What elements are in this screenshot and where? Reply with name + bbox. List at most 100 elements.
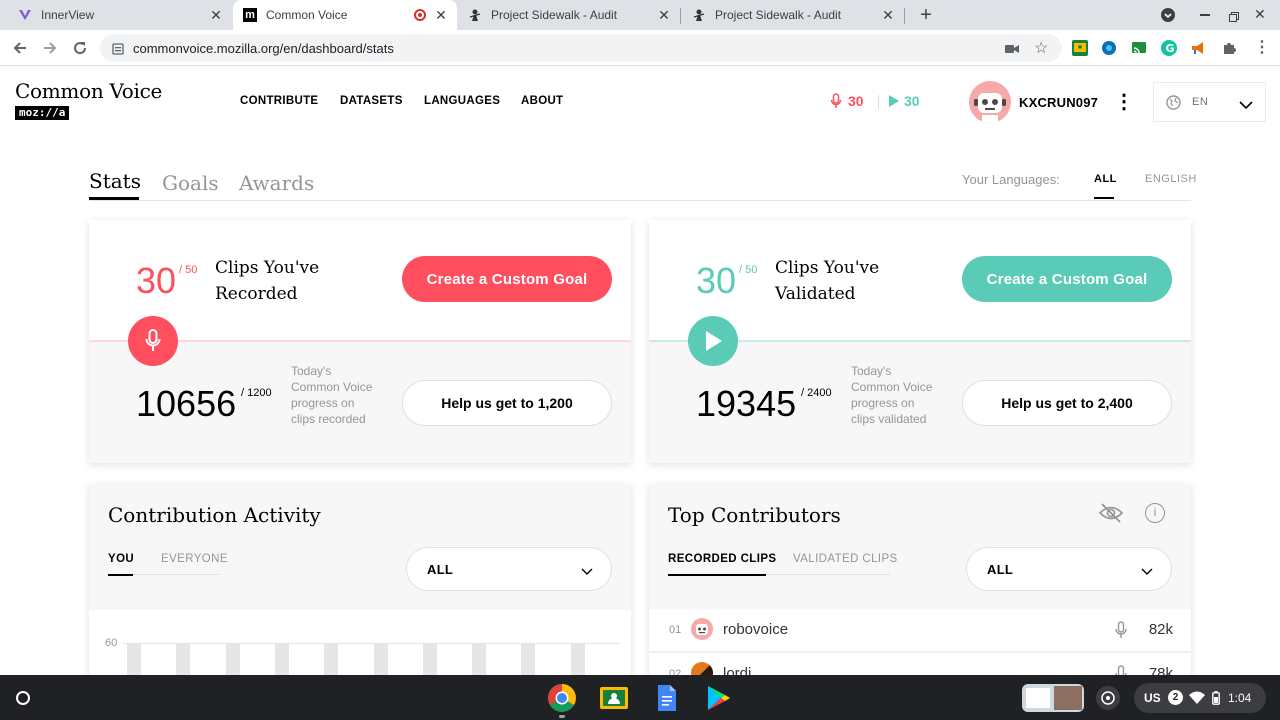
gridline (123, 643, 621, 644)
recorded-total: 10656 (136, 383, 237, 424)
recorded-stats-card: 30 / 50 Clips You've Recorded Create a C… (89, 220, 631, 463)
url-text: commonvoice.mozilla.org/en/dashboard/sta… (133, 41, 394, 56)
tab-goals[interactable]: Goals (162, 171, 219, 195)
new-tab-plus-icon[interactable]: + (916, 5, 936, 25)
hide-eye-icon[interactable] (1098, 502, 1124, 529)
username[interactable]: KXCRUN097 (1019, 95, 1098, 110)
mozilla-logo[interactable]: moz://a (15, 106, 70, 120)
svg-text:G: G (1166, 42, 1175, 55)
select-value: ALL (987, 562, 1014, 577)
chevron-down-icon (1141, 563, 1153, 581)
more-options-icon[interactable]: ⋮ (1114, 90, 1134, 114)
help-us-button[interactable]: Help us get to 1,200 (402, 380, 612, 426)
extensions-puzzle-icon[interactable] (1221, 40, 1237, 56)
create-custom-goal-button[interactable]: Create a Custom Goal (402, 256, 612, 302)
label-line: Clips You've (215, 258, 320, 278)
list-item[interactable]: 01 robovoice 82k (649, 609, 1191, 651)
contributors-language-select[interactable]: ALL (966, 547, 1172, 591)
tab-recorded-clips[interactable]: RECORDED CLIPS (668, 553, 776, 565)
today-progress-text: Today's Common Voice progress on clips v… (851, 364, 933, 426)
avatar (691, 618, 713, 640)
recorded-clip-count: 30 (136, 260, 177, 301)
header-recorded-count[interactable]: 30 (830, 93, 864, 109)
language-select[interactable]: EN (1153, 82, 1266, 122)
tab-title: Project Sidewalk - Audit (491, 8, 618, 22)
play-store-app-icon[interactable] (703, 683, 733, 713)
classroom-extension-icon[interactable] (1072, 40, 1088, 56)
close-icon[interactable]: ✕ (880, 7, 896, 23)
play-icon[interactable] (688, 316, 738, 366)
tab-search-icon[interactable] (1161, 8, 1175, 22)
grammarly-extension-icon[interactable]: G (1161, 40, 1177, 56)
top-contributors-card: Top Contributors i RECORDED CLIPS VALIDA… (649, 484, 1191, 695)
restore-icon[interactable] (1229, 9, 1239, 22)
minimize-icon[interactable] (1200, 14, 1210, 16)
activity-language-select[interactable]: ALL (406, 547, 612, 591)
recording-indicator-icon (414, 9, 426, 21)
recorded-count-value: 30 (848, 93, 864, 109)
classroom-app-icon[interactable] (599, 683, 629, 713)
header-validated-count[interactable]: 30 (888, 93, 920, 109)
forward-arrow-icon[interactable] (40, 38, 60, 58)
label-line: Clips You've (775, 258, 880, 278)
recorded-clip-goal: / 50 (179, 264, 198, 276)
tab-common-voice[interactable]: m Common Voice ✕ (233, 0, 457, 30)
address-bar[interactable]: commonvoice.mozilla.org/en/dashboard/sta… (100, 34, 1062, 62)
close-icon[interactable]: ✕ (208, 7, 224, 23)
edge-extension-icon[interactable] (1101, 40, 1117, 56)
docs-app-icon[interactable] (651, 683, 681, 713)
tab-innerview[interactable]: InnerView ✕ (0, 0, 232, 30)
today-progress-text: Today's Common Voice progress on clips r… (291, 364, 373, 426)
label-line: Recorded (215, 284, 298, 304)
validated-clip-goal: / 50 (739, 264, 758, 276)
recorded-label: Clips You've Recorded (215, 255, 319, 307)
record-icon[interactable] (128, 316, 178, 366)
cast-extension-icon[interactable] (1131, 40, 1147, 56)
site-info-icon[interactable] (112, 42, 124, 60)
nav-datasets[interactable]: DATASETS (340, 95, 403, 107)
tab-stats[interactable]: Stats (89, 169, 141, 193)
validated-total: 19345 (696, 383, 797, 424)
media-controls-icon[interactable] (1096, 686, 1120, 710)
validated-stats-card: 30 / 50 Clips You've Validated Create a … (649, 220, 1191, 463)
sidewalk-favicon (692, 8, 706, 22)
activity-tab-everyone[interactable]: EVERYONE (161, 553, 228, 565)
nav-contribute[interactable]: CONTRIBUTE (240, 95, 318, 107)
camera-icon[interactable] (1005, 42, 1019, 60)
tab-validated-clips[interactable]: VALIDATED CLIPS (793, 553, 898, 565)
tab-project-sidewalk-2[interactable]: Project Sidewalk - Audit ✕ (682, 0, 904, 30)
help-us-button[interactable]: Help us get to 2,400 (962, 380, 1172, 426)
close-icon[interactable]: ✕ (433, 7, 449, 23)
launcher-icon[interactable] (10, 685, 36, 711)
megaphone-extension-icon[interactable] (1190, 40, 1206, 56)
screen-capture-thumbnail[interactable] (1022, 684, 1084, 712)
play-icon (889, 95, 899, 107)
activity-tab-underline (108, 574, 133, 576)
mozilla-favicon: m (243, 8, 257, 22)
chrome-app-icon[interactable] (547, 683, 577, 713)
nav-languages[interactable]: LANGUAGES (424, 95, 500, 107)
tab-project-sidewalk-1[interactable]: Project Sidewalk - Audit ✕ (458, 0, 680, 30)
tab-separator (680, 8, 681, 24)
create-custom-goal-button[interactable]: Create a Custom Goal (962, 256, 1172, 302)
avatar[interactable] (969, 81, 1011, 123)
site-logo-title[interactable]: Common Voice (15, 79, 162, 103)
contributors-tab-line (766, 574, 890, 575)
recorded-total-goal: / 1200 (241, 387, 272, 399)
contributor-rank: 01 (669, 624, 682, 636)
validated-total-goal: / 2400 (801, 387, 832, 399)
reload-icon[interactable] (70, 38, 90, 58)
your-languages-label: Your Languages: (962, 172, 1060, 187)
browser-menu-icon[interactable]: ⋮ (1254, 40, 1270, 56)
language-filter-all[interactable]: ALL (1094, 173, 1117, 185)
close-window-icon[interactable]: ✕ (1254, 6, 1266, 23)
close-icon[interactable]: ✕ (656, 7, 672, 23)
nav-about[interactable]: ABOUT (521, 95, 563, 107)
info-icon[interactable]: i (1145, 503, 1165, 523)
activity-tab-you[interactable]: YOU (108, 553, 134, 565)
back-arrow-icon[interactable] (10, 38, 30, 58)
bookmark-star-icon[interactable]: ☆ (1034, 38, 1048, 58)
tab-awards[interactable]: Awards (239, 171, 314, 195)
language-filter-english[interactable]: ENGLISH (1145, 173, 1197, 185)
status-tray[interactable]: US 2 1:04 (1134, 683, 1266, 713)
